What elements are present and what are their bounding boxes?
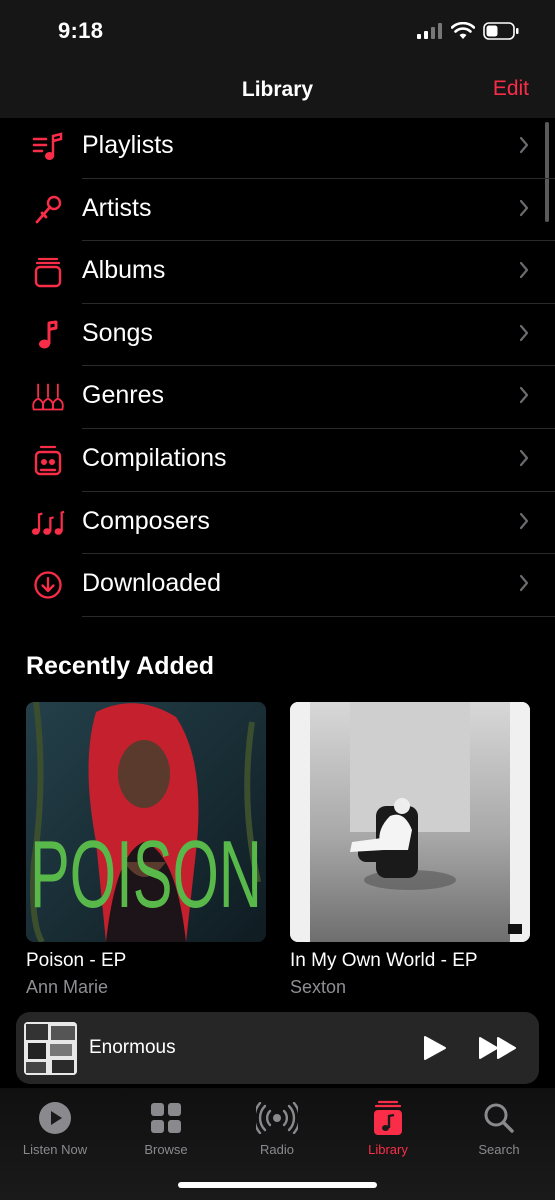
- album-title: In My Own World - EP: [290, 950, 478, 971]
- library-item-label: Albums: [82, 256, 166, 285]
- status-bar: 9:18: [0, 0, 555, 62]
- library-item-label: Genres: [82, 381, 164, 410]
- wifi-icon: [451, 22, 475, 39]
- mini-player[interactable]: Enormous: [16, 1012, 539, 1084]
- library-item-songs[interactable]: Songs: [0, 304, 555, 367]
- library-item-label: Playlists: [82, 131, 174, 159]
- status-time: 9:18: [58, 18, 104, 43]
- library-item-label: Compilations: [82, 443, 227, 472]
- edit-button[interactable]: Edit: [493, 77, 529, 101]
- tab-search[interactable]: Search: [449, 1100, 549, 1157]
- tab-library[interactable]: Library: [338, 1100, 438, 1157]
- download-circle-icon: [31, 568, 65, 602]
- recently-added-heading: Recently Added: [26, 652, 215, 680]
- chevron-right-icon: [519, 512, 529, 529]
- divider: [82, 615, 555, 617]
- search-icon: [449, 1100, 549, 1136]
- chevron-right-icon: [519, 136, 529, 154]
- album-artist: Sexton: [290, 977, 347, 997]
- tab-radio[interactable]: Radio: [227, 1100, 327, 1157]
- play-circle-icon: [5, 1100, 105, 1136]
- library-item-compilations[interactable]: Compilations: [0, 429, 555, 492]
- tab-listen-now[interactable]: Listen Now: [5, 1100, 105, 1157]
- chevron-right-icon: [519, 387, 529, 404]
- page-title: Library: [241, 78, 314, 101]
- album-art-text: POISON: [30, 821, 262, 928]
- album-artist: Ann Marie: [26, 977, 109, 997]
- library-item-downloaded[interactable]: Downloaded: [0, 554, 555, 617]
- microphone-icon: [31, 193, 65, 227]
- album-artwork[interactable]: [290, 702, 530, 942]
- library-item-label: Songs: [82, 318, 153, 347]
- chevron-right-icon: [519, 449, 529, 467]
- album-icon: [31, 255, 65, 289]
- library-icon: [338, 1100, 438, 1136]
- guitars-icon: [31, 380, 65, 414]
- now-playing-artwork[interactable]: [24, 1022, 77, 1075]
- compilation-icon: [31, 443, 65, 477]
- library-item-label: Downloaded: [82, 569, 221, 598]
- play-button[interactable]: [420, 1034, 448, 1062]
- chevron-right-icon: [519, 575, 529, 592]
- grid-icon: [116, 1100, 216, 1136]
- library-item-label: Artists: [82, 193, 152, 222]
- library-item-genres[interactable]: Genres: [0, 366, 555, 429]
- album-title: Poison - EP: [26, 950, 127, 971]
- album-card-in-my-own-world[interactable]: In My Own World - EP Sexton: [290, 702, 530, 998]
- tab-label: Browse: [144, 1142, 188, 1157]
- library-list: Playlists Artists Albums Songs Genres Co…: [0, 116, 555, 617]
- home-indicator[interactable]: [178, 1182, 377, 1188]
- battery-icon: [483, 22, 519, 40]
- album-card-poison[interactable]: POISON Poison - EP Ann Marie: [26, 702, 266, 998]
- status-icons: [417, 22, 519, 40]
- tab-label: Radio: [260, 1142, 294, 1157]
- fast-forward-button[interactable]: [478, 1036, 518, 1060]
- tab-label: Search: [478, 1142, 520, 1157]
- library-item-artists[interactable]: Artists: [0, 179, 555, 242]
- now-playing-title: Enormous: [89, 1037, 176, 1058]
- chevron-right-icon: [519, 324, 529, 341]
- music-notes-icon: [31, 506, 65, 540]
- tab-browse[interactable]: Browse: [116, 1100, 216, 1157]
- album-artwork[interactable]: POISON: [26, 702, 266, 942]
- playlist-icon: [31, 130, 65, 164]
- tab-label: Listen Now: [22, 1142, 88, 1157]
- signal-icon: [417, 23, 442, 39]
- nav-bar: Library Edit: [0, 62, 555, 118]
- library-item-playlists[interactable]: Playlists: [0, 116, 555, 179]
- tab-label: Library: [368, 1142, 408, 1157]
- library-item-label: Composers: [82, 506, 210, 535]
- chevron-right-icon: [519, 199, 529, 216]
- music-note-icon: [31, 318, 65, 352]
- library-item-composers[interactable]: Composers: [0, 492, 555, 555]
- library-item-albums[interactable]: Albums: [0, 241, 555, 304]
- chevron-right-icon: [519, 262, 529, 279]
- radio-waves-icon: [227, 1100, 327, 1136]
